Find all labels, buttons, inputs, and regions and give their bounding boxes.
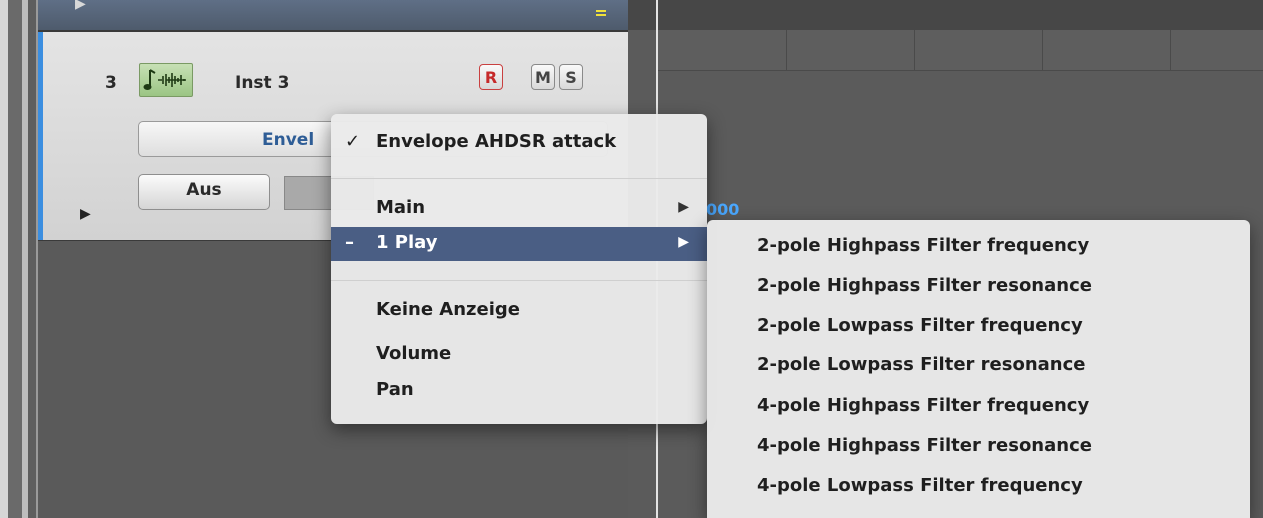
menu-item-pan[interactable]: Pan bbox=[331, 374, 707, 408]
automation-parameter-menu: ✓ Envelope AHDSR attack Main ▶ – 1 Play … bbox=[331, 114, 707, 424]
mixed-state-icon: – bbox=[345, 232, 354, 253]
region-row[interactable] bbox=[658, 30, 1263, 71]
play-parameters-submenu: 2-pole Highpass Filter frequency 2-pole … bbox=[707, 220, 1250, 518]
submenu-arrow-icon: ▶ bbox=[678, 199, 689, 215]
automation-parameter-label: Envel bbox=[262, 130, 315, 150]
solo-button[interactable]: S bbox=[559, 64, 583, 90]
submenu-arrow-icon: ▶ bbox=[678, 234, 689, 250]
menu-item-label: Keine Anzeige bbox=[376, 299, 520, 320]
timeline-ruler[interactable] bbox=[628, 0, 1263, 30]
menu-item-keine-anzeige[interactable]: Keine Anzeige bbox=[331, 294, 707, 328]
submenu-item[interactable]: 2-pole Lowpass Filter frequency bbox=[757, 315, 1083, 336]
menu-item-label: Envelope AHDSR attack bbox=[376, 131, 617, 152]
track-selection-indicator bbox=[38, 32, 43, 240]
menu-item-label: Main bbox=[376, 197, 426, 218]
menu-item-1-play[interactable]: – 1 Play ▶ bbox=[331, 227, 707, 261]
submenu-item[interactable]: 4-pole Highpass Filter resonance bbox=[757, 435, 1092, 456]
submenu-item[interactable]: 4-pole Highpass Filter frequency bbox=[757, 395, 1089, 416]
menu-item-volume[interactable]: Volume bbox=[331, 338, 707, 372]
automation-mode-button[interactable]: Aus bbox=[138, 174, 270, 210]
automation-value-readout: 000 bbox=[706, 200, 740, 219]
submenu-item[interactable]: 2-pole Highpass Filter frequency bbox=[757, 235, 1089, 256]
submenu-item[interactable]: 2-pole Lowpass Filter resonance bbox=[757, 354, 1086, 375]
left-edge bbox=[0, 0, 8, 518]
level-marker-icon bbox=[596, 10, 606, 18]
checkmark-icon: ✓ bbox=[345, 131, 361, 152]
track-name[interactable]: Inst 3 bbox=[235, 73, 289, 93]
grid-line bbox=[914, 30, 915, 70]
mute-button[interactable]: M bbox=[531, 64, 555, 90]
record-enable-button[interactable]: R bbox=[479, 64, 503, 90]
previous-track-header[interactable] bbox=[38, 0, 628, 32]
track-disclosure-icon[interactable]: ▶ bbox=[80, 206, 91, 222]
menu-item-label: Pan bbox=[376, 379, 414, 400]
previous-track-disclosure-icon[interactable]: ▶ bbox=[75, 0, 86, 12]
track-number: 3 bbox=[105, 73, 117, 93]
menu-item-envelope-ahdsr-attack[interactable]: ✓ Envelope AHDSR attack bbox=[331, 126, 707, 160]
submenu-item[interactable]: 4-pole Lowpass Filter frequency bbox=[757, 475, 1083, 496]
grid-line bbox=[1170, 30, 1171, 70]
menu-item-main[interactable]: Main ▶ bbox=[331, 192, 707, 226]
menu-separator bbox=[331, 280, 707, 281]
grid-line bbox=[1042, 30, 1043, 70]
left-divider bbox=[8, 0, 22, 518]
software-instrument-icon[interactable] bbox=[139, 63, 193, 97]
left-gutter bbox=[28, 0, 36, 518]
grid-line bbox=[786, 30, 787, 70]
menu-item-label: 1 Play bbox=[376, 232, 438, 253]
menu-separator bbox=[331, 178, 707, 179]
menu-item-label: Volume bbox=[376, 343, 452, 364]
submenu-item[interactable]: 2-pole Highpass Filter resonance bbox=[757, 275, 1092, 296]
